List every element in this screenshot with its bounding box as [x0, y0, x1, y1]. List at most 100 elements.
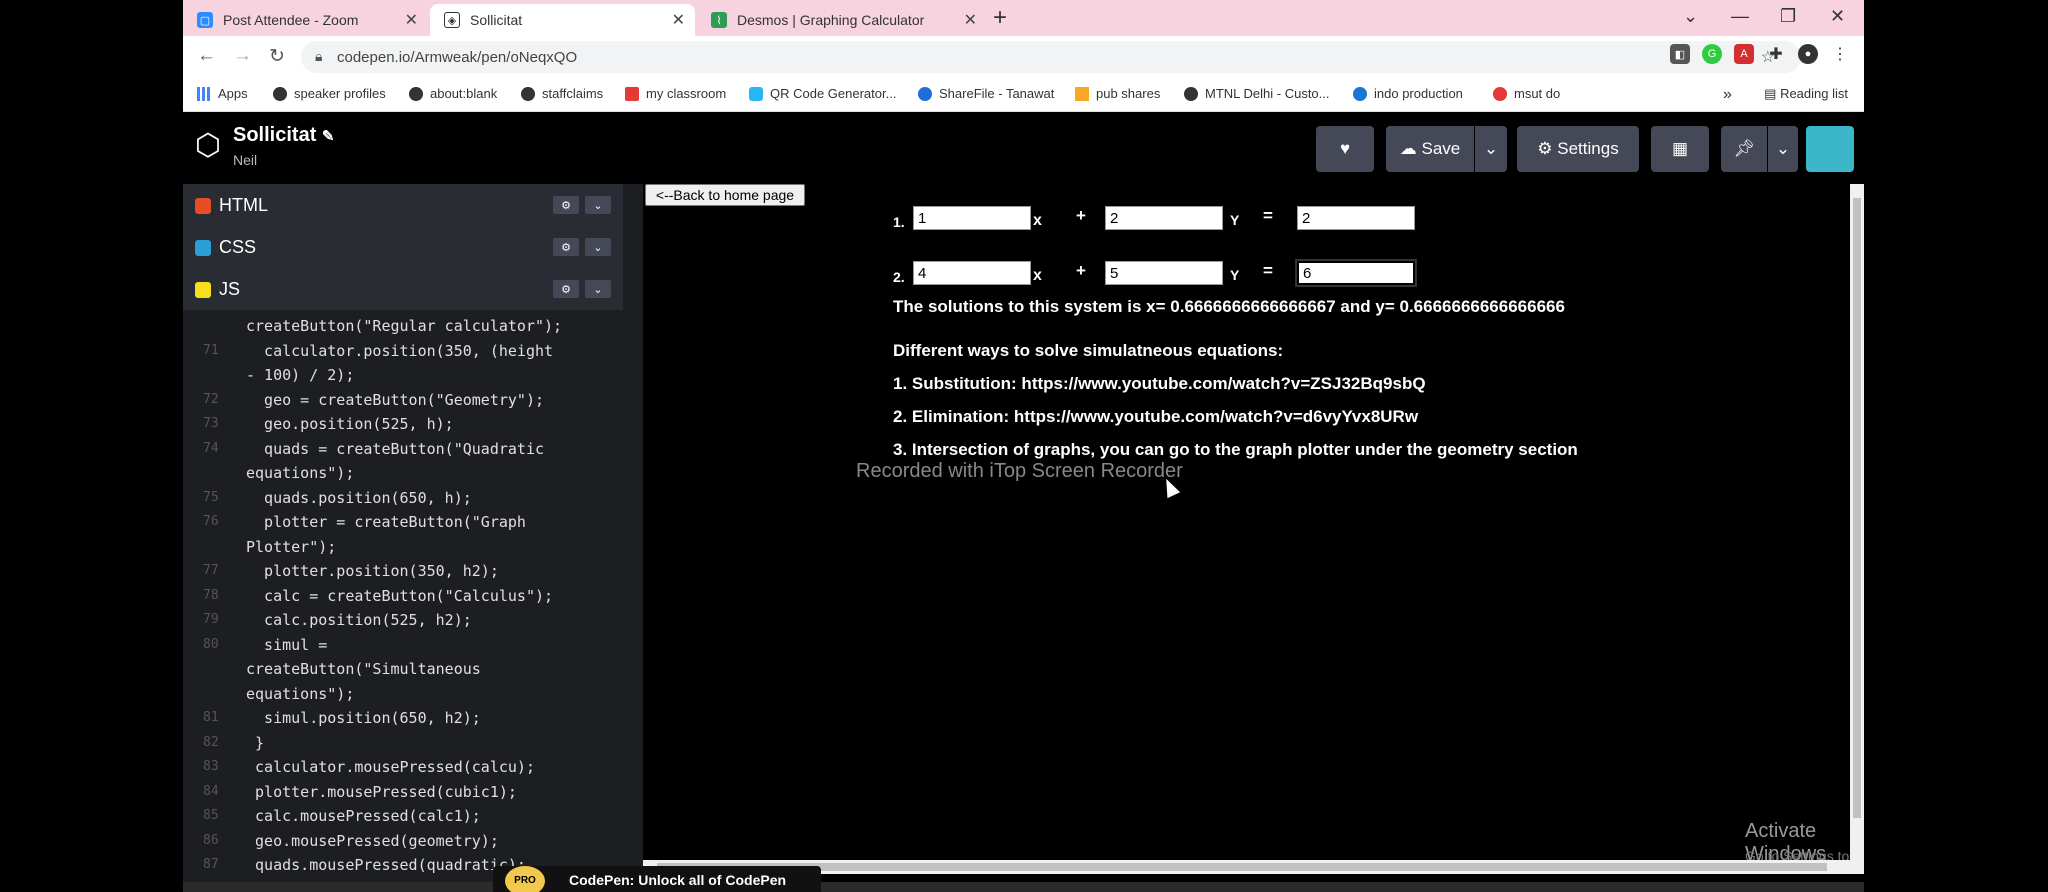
chevron-down-icon[interactable]: ⌄	[585, 280, 611, 298]
gear-icon[interactable]: ⚙	[553, 280, 579, 298]
chevron-down-icon: ⌄	[1775, 139, 1791, 158]
line-number: 84	[203, 783, 219, 799]
pen-author[interactable]: Neil	[233, 152, 257, 168]
pen-title[interactable]: Sollicitat ✎	[233, 124, 335, 147]
reading-list-label: Reading list	[1780, 86, 1848, 101]
codepen-logo-icon[interactable]: ⬡	[190, 128, 226, 164]
vertical-scrollbar[interactable]	[1850, 184, 1864, 864]
save-dropdown[interactable]: ⌄	[1475, 126, 1507, 172]
close-icon[interactable]: ✕	[405, 10, 418, 30]
codepen-promo-toast[interactable]: PRO CodePen: Unlock all of CodePen	[493, 866, 821, 892]
layout-button[interactable]: ▦	[1651, 126, 1709, 172]
eq1-coef-x-input[interactable]	[913, 206, 1031, 230]
horizontal-scrollbar[interactable]	[643, 860, 1864, 874]
tab-desmos[interactable]: ⌇ Desmos | Graphing Calculator ✕	[697, 4, 987, 36]
pdf-icon[interactable]: A	[1734, 44, 1754, 64]
chevron-down-icon[interactable]: ⌄	[585, 238, 611, 256]
bookmark-apps[interactable]: Apps	[197, 86, 248, 101]
method-intersection: 3. Intersection of graphs, you can go to…	[893, 440, 1578, 459]
puzzle-icon[interactable]: ✚	[1766, 44, 1786, 64]
line-number: 87	[203, 857, 219, 872]
tab-zoom[interactable]: ▢ Post Attendee - Zoom ✕	[183, 4, 428, 36]
bookmark-label: ShareFile - Tanawat	[939, 86, 1055, 101]
close-icon[interactable]: ✕	[964, 10, 977, 30]
plus-icon	[1075, 86, 1089, 101]
bookmark-item[interactable]: speaker profiles	[273, 86, 386, 101]
gear-icon[interactable]: ⚙	[553, 196, 579, 214]
eq1-constant-input[interactable]	[1297, 206, 1415, 230]
gear-icon[interactable]: ⚙	[553, 238, 579, 256]
extension-icon[interactable]: ◧	[1670, 44, 1690, 64]
bookmark-item[interactable]: indo production	[1353, 86, 1463, 101]
kebab-menu-icon[interactable]: ⋮	[1830, 44, 1850, 64]
js-code-editor[interactable]: createButton("Regular calculator"); 71 ca…	[183, 310, 623, 882]
reading-list[interactable]: ▤ Reading list	[1764, 86, 1848, 102]
save-button[interactable]: ☁ Save	[1386, 126, 1474, 172]
bookmark-item[interactable]: staffclaims	[521, 86, 603, 101]
minimize-icon[interactable]: —	[1731, 6, 1749, 27]
y-label: Y	[1230, 267, 1240, 283]
bookmarks-overflow[interactable]: »	[1723, 86, 1732, 104]
restore-icon[interactable]: ❐	[1780, 6, 1796, 27]
todo-icon	[1493, 86, 1507, 101]
pin-dropdown[interactable]: ⌄	[1768, 126, 1798, 172]
bookmark-item[interactable]: my classroom	[625, 86, 726, 101]
code-text: calc.position(525, h2);	[246, 611, 472, 629]
codepen-icon: ◈	[444, 12, 460, 28]
pin-icon: 📌︎	[1733, 139, 1755, 158]
eq1-coef-y-input[interactable]	[1105, 206, 1223, 230]
method-elimination: 2. Elimination: https://www.youtube.com/…	[893, 407, 1419, 426]
bookmark-item[interactable]: msut do	[1493, 86, 1560, 101]
line-number: 78	[203, 587, 219, 603]
tab-search-icon[interactable]: ⌄	[1683, 6, 1698, 27]
scroll-thumb[interactable]	[1853, 198, 1861, 818]
bookmark-item[interactable]: ShareFile - Tanawat	[918, 86, 1054, 101]
taskbar	[183, 882, 1864, 892]
back-to-home-button[interactable]: <--Back to home page	[645, 184, 805, 206]
forward-arrow-icon[interactable]: →	[233, 45, 252, 67]
apps-grid-icon	[197, 86, 211, 101]
bookmark-label: about:blank	[430, 86, 498, 101]
grammarly-icon[interactable]: G	[1702, 44, 1722, 64]
eq2-constant-input[interactable]	[1295, 259, 1417, 287]
scroll-thumb[interactable]	[657, 863, 1827, 871]
pin-button[interactable]: 📌︎	[1721, 126, 1767, 172]
html-editor-header[interactable]: HTML ⚙ ⌄	[183, 184, 623, 226]
code-text: createButton("Regular calculator");	[246, 317, 563, 335]
tab-sollicitat[interactable]: ◈ Sollicitat ✕	[430, 4, 695, 36]
window-close-icon[interactable]: ✕	[1830, 6, 1845, 27]
globe-icon	[273, 86, 287, 101]
js-editor-header[interactable]: JS ⚙ ⌄	[183, 268, 623, 310]
address-bar[interactable]: 🔒︎ codepen.io/Armweak/pen/oNeqxQO ⇪☆	[301, 41, 1801, 73]
pencil-icon[interactable]: ✎	[322, 128, 335, 145]
eq2-coef-y-input[interactable]	[1105, 261, 1223, 285]
eq2-coef-x-input[interactable]	[913, 261, 1031, 285]
reload-icon[interactable]: ↻	[269, 45, 285, 68]
settings-button[interactable]: ⚙ Settings	[1517, 126, 1639, 172]
avatar[interactable]	[1806, 126, 1854, 172]
code-text: plotter.mousePressed(cubic1);	[246, 782, 517, 801]
new-tab-button[interactable]: +	[993, 4, 1007, 32]
bookmark-item[interactable]: pub shares	[1075, 86, 1160, 101]
code-text: plotter = createButton("Graph	[246, 513, 526, 531]
bookmark-item[interactable]: about:blank	[409, 86, 497, 101]
bookmark-item[interactable]: MTNL Delhi - Custo...	[1184, 86, 1330, 101]
css-editor-header[interactable]: CSS ⚙ ⌄	[183, 226, 623, 268]
chevron-down-icon[interactable]: ⌄	[585, 196, 611, 214]
line-number: 71	[203, 342, 219, 358]
code-text: quads.mousePressed(quadratic);	[246, 856, 526, 874]
close-icon[interactable]: ✕	[672, 10, 685, 30]
code-text: geo.mousePressed(geometry);	[246, 831, 499, 850]
bookmark-label: QR Code Generator...	[770, 86, 897, 101]
preview-pane: <--Back to home page 1. x + Y = 2. x + Y…	[623, 184, 1864, 892]
back-arrow-icon[interactable]: ←	[197, 45, 216, 67]
bookmark-label: speaker profiles	[294, 86, 386, 101]
heart-button[interactable]: ♥	[1316, 126, 1374, 172]
methods-heading: Different ways to solve simulatneous equ…	[893, 341, 1284, 360]
url-text[interactable]: codepen.io/Armweak/pen/oNeqxQO	[337, 49, 577, 66]
profile-icon[interactable]: ●	[1798, 44, 1818, 64]
bookmark-item[interactable]: QR Code Generator...	[749, 86, 896, 101]
tab-title: Desmos | Graphing Calculator	[737, 12, 925, 28]
desmos-icon: ⌇	[711, 12, 727, 28]
line-number: 72	[203, 391, 219, 407]
